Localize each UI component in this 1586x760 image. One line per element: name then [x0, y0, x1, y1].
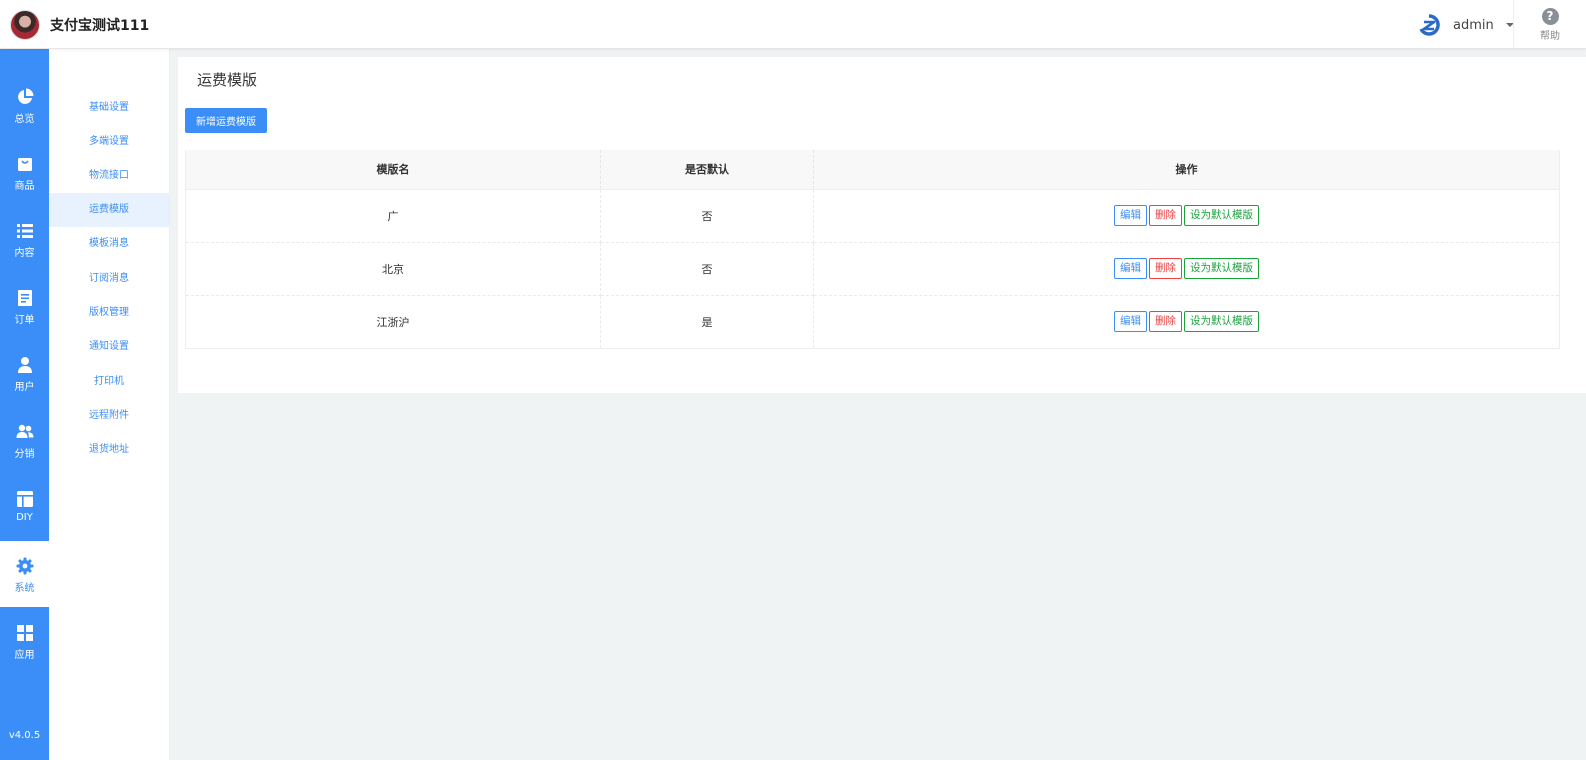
delete-button[interactable]: 删除	[1149, 205, 1182, 226]
delete-button[interactable]: 删除	[1149, 258, 1182, 279]
nav-item-diy[interactable]: DIY	[0, 474, 49, 540]
nav-item-users[interactable]: 用户	[0, 340, 49, 406]
submenu-item-logistics-api[interactable]: 物流接口	[49, 159, 169, 193]
submenu-item-basic-settings[interactable]: 基础设置	[49, 91, 169, 125]
gear-icon	[16, 557, 33, 575]
submenu-item-copyright[interactable]: 版权管理	[49, 296, 169, 330]
user-menu[interactable]: admin	[1418, 14, 1514, 36]
set-default-button[interactable]: 设为默认模版	[1184, 311, 1259, 332]
actions-cell: 编辑 删除 设为默认模版	[813, 295, 1560, 349]
top-header: 支付宝测试111 admin ? 帮助	[0, 0, 1586, 49]
nav-label: 系统	[14, 583, 35, 594]
document-icon	[17, 290, 32, 306]
is-default-cell: 否	[600, 242, 814, 296]
nav-label: 用户	[14, 382, 35, 393]
submenu-item-multi-platform[interactable]: 多端设置	[49, 125, 169, 159]
set-default-button[interactable]: 设为默认模版	[1184, 258, 1259, 279]
table-header-row: 模版名 是否默认 操作	[185, 150, 1560, 190]
delete-button[interactable]: 删除	[1149, 311, 1182, 332]
page-title: 运费模版	[197, 71, 258, 89]
submenu-item-template-messages[interactable]: 模板消息	[49, 227, 169, 261]
column-header-default: 是否默认	[600, 150, 814, 190]
is-default-cell: 否	[600, 189, 814, 243]
template-name-cell: 江浙沪	[185, 295, 601, 349]
nav-item-goods[interactable]: 商品	[0, 139, 49, 205]
table-row: 江浙沪 是 编辑 删除 设为默认模版	[185, 295, 1560, 349]
add-shipping-template-button[interactable]: 新增运费模版	[185, 108, 267, 133]
list-icon	[16, 224, 33, 238]
submenu-item-subscription-messages[interactable]: 订阅消息	[49, 262, 169, 296]
username: admin	[1453, 17, 1494, 33]
actions-cell: 编辑 删除 设为默认模版	[813, 189, 1560, 243]
content-panel: 运费模版 新增运费模版 模版名 是否默认 操作 广 否 编辑 删除 设为默认模版 北…	[178, 57, 1586, 393]
system-submenu: 基础设置 多端设置 物流接口 运费模版 模板消息 订阅消息 版权管理 通知设置 …	[49, 49, 170, 760]
is-default-cell: 是	[600, 295, 814, 349]
users-icon	[16, 424, 33, 438]
nav-label: 总览	[14, 114, 35, 125]
nav-label: 分销	[14, 449, 35, 460]
user-logo-icon	[1419, 14, 1440, 36]
help-button[interactable]: ? 帮助	[1513, 0, 1586, 48]
submenu-item-return-address[interactable]: 退货地址	[49, 433, 169, 467]
submenu-item-printer[interactable]: 打印机	[49, 365, 169, 399]
brand[interactable]: 支付宝测试111	[10, 9, 149, 41]
edit-button[interactable]: 编辑	[1114, 311, 1147, 332]
primary-nav: 总览 商品 内容 订单 用户 分销 DIY 系统 应用 v4.0.5	[0, 49, 49, 760]
column-header-name: 模版名	[185, 150, 601, 190]
submenu-item-shipping-templates[interactable]: 运费模版	[49, 193, 169, 227]
nav-item-system[interactable]: 系统	[0, 541, 49, 607]
nav-item-overview[interactable]: 总览	[0, 72, 49, 138]
nav-item-apps[interactable]: 应用	[0, 608, 49, 674]
nav-item-distribution[interactable]: 分销	[0, 407, 49, 473]
layout-icon	[16, 491, 33, 507]
help-label: 帮助	[1540, 31, 1560, 42]
column-header-actions: 操作	[813, 150, 1560, 190]
submenu-item-notifications[interactable]: 通知设置	[49, 330, 169, 364]
shop-name: 支付宝测试111	[50, 18, 150, 34]
set-default-button[interactable]: 设为默认模版	[1184, 205, 1259, 226]
nav-item-orders[interactable]: 订单	[0, 273, 49, 339]
nav-label: 内容	[14, 248, 35, 259]
help-icon: ?	[1541, 8, 1559, 25]
template-name-cell: 北京	[185, 242, 601, 296]
edit-button[interactable]: 编辑	[1114, 205, 1147, 226]
template-name-cell: 广	[185, 189, 601, 243]
pie-chart-icon	[17, 88, 33, 104]
shop-avatar	[10, 10, 40, 40]
table-row: 北京 否 编辑 删除 设为默认模版	[185, 242, 1560, 296]
user-icon	[17, 357, 32, 373]
nav-label: 应用	[14, 650, 35, 661]
shopping-bag-icon	[17, 158, 32, 171]
version-label: v4.0.5	[8, 730, 41, 741]
nav-item-content[interactable]: 内容	[0, 206, 49, 272]
actions-cell: 编辑 删除 设为默认模版	[813, 242, 1560, 296]
nav-label: 订单	[14, 315, 35, 326]
nav-label: DIY	[16, 512, 33, 523]
grid-icon	[16, 625, 33, 641]
submenu-item-remote-attachments[interactable]: 远程附件	[49, 399, 169, 433]
edit-button[interactable]: 编辑	[1114, 258, 1147, 279]
shipping-template-table: 模版名 是否默认 操作 广 否 编辑 删除 设为默认模版 北京 否 编辑 删除 设为默认…	[185, 150, 1560, 349]
nav-label: 商品	[14, 181, 35, 192]
table-row: 广 否 编辑 删除 设为默认模版	[185, 189, 1560, 243]
